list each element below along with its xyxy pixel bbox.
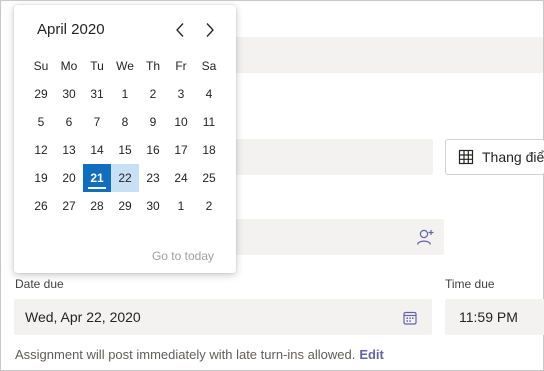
points-field[interactable] [231, 139, 433, 175]
calendar-day[interactable]: 27 [55, 192, 83, 220]
chevron-left-icon[interactable] [169, 19, 191, 41]
calendar-day[interactable]: 28 [83, 192, 111, 220]
posting-note-text: Assignment will post immediately with la… [15, 347, 356, 362]
date-due-field[interactable]: Wed, Apr 22, 2020 [14, 299, 432, 335]
calendar-day[interactable]: 14 [83, 136, 111, 164]
time-due-field[interactable]: 11:59 PM [445, 299, 544, 335]
date-picker-popup: April 2020 Su Mo Tu We Th Fr Sa 29 30 31 1 2 3 4 5 6 7 8 9… [14, 5, 236, 273]
calendar-day[interactable]: 25 [195, 164, 223, 192]
calendar-day[interactable]: 15 [111, 136, 139, 164]
calendar-day[interactable]: 8 [111, 108, 139, 136]
calendar-day[interactable]: 5 [27, 108, 55, 136]
calendar-grid: Su Mo Tu We Th Fr Sa 29 30 31 1 2 3 4 5 6 7 8 9 10 11 12 13 14 1… [27, 52, 223, 220]
calendar-day[interactable]: 13 [55, 136, 83, 164]
calendar-icon[interactable] [401, 309, 419, 327]
calendar-day[interactable]: 23 [139, 164, 167, 192]
chevron-right-icon[interactable] [199, 19, 221, 41]
calendar-day[interactable]: 22 [111, 164, 139, 192]
calendar-day[interactable]: 16 [139, 136, 167, 164]
calendar-day[interactable]: 30 [55, 80, 83, 108]
grid-icon [458, 149, 474, 165]
grading-scale-label: Thang điể [482, 149, 544, 165]
date-due-value: Wed, Apr 22, 2020 [25, 309, 141, 325]
calendar-day[interactable]: 11 [195, 108, 223, 136]
calendar-day[interactable]: 26 [27, 192, 55, 220]
weekday-header: Sa [201, 59, 217, 73]
calendar-day[interactable]: 29 [111, 192, 139, 220]
calendar-day[interactable]: 21 [83, 164, 111, 192]
calendar-day[interactable]: 30 [139, 192, 167, 220]
calendar-day[interactable]: 4 [195, 80, 223, 108]
calendar-day[interactable]: 7 [83, 108, 111, 136]
weekday-header: Su [33, 59, 49, 73]
edit-link[interactable]: Edit [359, 347, 384, 362]
calendar-day[interactable]: 3 [167, 80, 195, 108]
calendar-day[interactable]: 17 [167, 136, 195, 164]
add-person-icon[interactable] [414, 227, 436, 247]
calendar-day[interactable]: 2 [139, 80, 167, 108]
time-due-label: Time due [445, 277, 495, 291]
calendar-day[interactable]: 1 [167, 192, 195, 220]
assign-to-field[interactable] [231, 219, 444, 255]
weekday-header: Fr [175, 59, 187, 73]
weekday-header: Th [145, 59, 160, 73]
assignment-form: Thang điể Date due Wed, Apr 22, 2020 Tim… [0, 0, 544, 371]
calendar-day[interactable]: 20 [55, 164, 83, 192]
calendar-day[interactable]: 1 [111, 80, 139, 108]
posting-note: Assignment will post immediately with la… [15, 347, 384, 362]
calendar-month-label[interactable]: April 2020 [37, 21, 105, 38]
weekday-header: Mo [60, 59, 78, 73]
go-to-today-link[interactable]: Go to today [152, 249, 214, 263]
calendar-day[interactable]: 12 [27, 136, 55, 164]
calendar-day[interactable]: 9 [139, 108, 167, 136]
calendar-day[interactable]: 29 [27, 80, 55, 108]
weekday-header: We [116, 59, 134, 73]
calendar-day[interactable]: 6 [55, 108, 83, 136]
calendar-day[interactable]: 24 [167, 164, 195, 192]
calendar-day[interactable]: 2 [195, 192, 223, 220]
calendar-day[interactable]: 18 [195, 136, 223, 164]
calendar-day[interactable]: 19 [27, 164, 55, 192]
time-due-value: 11:59 PM [459, 309, 518, 325]
title-field[interactable] [231, 37, 543, 73]
weekday-header: Tu [90, 59, 104, 73]
calendar-day[interactable]: 31 [83, 80, 111, 108]
calendar-day[interactable]: 10 [167, 108, 195, 136]
date-due-label: Date due [15, 277, 64, 291]
grading-scale-button[interactable]: Thang điể [445, 139, 544, 175]
